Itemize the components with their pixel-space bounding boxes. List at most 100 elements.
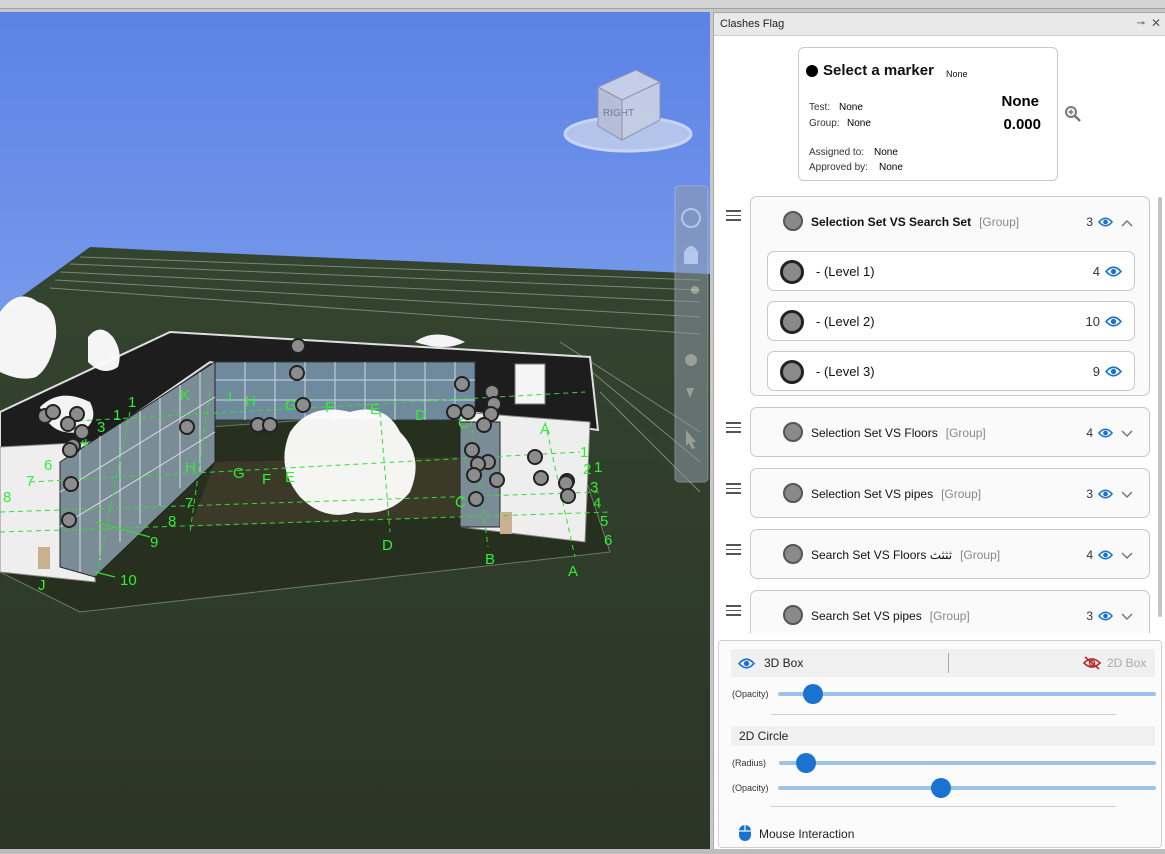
test-value: None [839, 102, 863, 113]
clash-marker[interactable] [468, 491, 484, 507]
clash-marker[interactable] [262, 417, 278, 433]
clash-marker[interactable] [454, 376, 470, 392]
clash-marker[interactable] [289, 365, 305, 381]
list-scrollbar[interactable] [1158, 197, 1162, 617]
eye-icon[interactable] [1105, 366, 1122, 377]
box-opacity-slider-track[interactable] [778, 692, 1156, 696]
clash-marker[interactable] [179, 419, 195, 435]
door-left [38, 547, 50, 569]
svg-text:10: 10 [120, 572, 137, 589]
box-mode-row: 3D Box 2D Box [731, 649, 1155, 677]
display-settings-panel: 3D Box 2D Box (Opacity) 2D Circle (Radiu… [718, 640, 1162, 848]
close-icon[interactable]: ✕ [1151, 16, 1161, 30]
clash-group[interactable]: Selection Set VS pipes [Group] 3 [750, 468, 1150, 518]
sub-item[interactable]: - (Level 3) 9 [767, 351, 1135, 391]
clash-group-list: Selection Set VS Search Set [Group] 3 - (… [714, 193, 1165, 633]
group-label: Group: [809, 118, 840, 129]
clash-marker[interactable] [62, 442, 78, 458]
circle-radius-slider-track[interactable] [779, 761, 1156, 765]
group-count: 4 [1086, 548, 1093, 562]
svg-text:1: 1 [128, 394, 136, 411]
clash-group[interactable]: Selection Set VS Floors [Group] 4 [750, 407, 1150, 457]
clash-group[interactable]: Search Set VS pipes [Group] 3 [750, 590, 1150, 633]
eye-icon[interactable] [1098, 428, 1113, 438]
chevron-down-icon[interactable] [1121, 430, 1133, 438]
clash-marker[interactable] [533, 470, 549, 486]
mouse-icon [739, 825, 751, 841]
eye-icon[interactable] [1098, 550, 1113, 560]
circle-opacity-slider-thumb[interactable] [931, 778, 952, 798]
svg-text:D: D [415, 407, 426, 424]
clash-marker[interactable] [290, 338, 306, 354]
group-radio[interactable] [783, 544, 803, 564]
group-radio[interactable] [783, 422, 803, 442]
chevron-down-icon[interactable] [1121, 613, 1133, 621]
eye-icon[interactable] [1105, 266, 1122, 277]
clash-marker[interactable] [61, 512, 77, 528]
clash-marker[interactable] [476, 417, 492, 433]
drag-handle-icon[interactable] [726, 483, 741, 494]
circle-radius-slider-thumb[interactable] [796, 753, 817, 773]
sub-item-radio[interactable] [780, 260, 804, 284]
magnifier-plus-icon[interactable] [1064, 105, 1082, 123]
drag-handle-icon[interactable] [726, 605, 741, 616]
clash-marker[interactable] [560, 488, 576, 504]
eye-off-icon[interactable] [1083, 655, 1101, 671]
top-toolbar-strip [0, 0, 1165, 9]
eye-icon[interactable] [1098, 489, 1113, 499]
pin-icon[interactable]: ⊸ [1137, 18, 1145, 29]
sub-item-radio[interactable] [780, 310, 804, 334]
clash-marker[interactable] [295, 397, 311, 413]
clash-marker[interactable] [460, 404, 476, 420]
sub-item-name: - (Level 1) [816, 264, 875, 279]
drag-handle-icon[interactable] [726, 422, 741, 433]
clash-marker[interactable] [74, 424, 90, 440]
group-radio[interactable] [783, 605, 803, 625]
circle-opacity-slider-track[interactable] [778, 786, 1156, 790]
box-opacity-slider-thumb[interactable] [802, 684, 823, 704]
mouse-interaction-toggle[interactable]: Mouse Interaction [759, 827, 854, 841]
svg-text:6: 6 [604, 532, 612, 549]
clash-marker[interactable] [446, 404, 462, 420]
svg-text:E: E [370, 401, 380, 418]
group-radio[interactable] [783, 483, 803, 503]
clash-marker[interactable] [466, 467, 482, 483]
drag-handle-icon[interactable] [726, 544, 741, 555]
clash-marker[interactable] [60, 416, 76, 432]
3d-viewport[interactable]: 113 467 878 9 10 J KHG FED CBA AHG FED CI … [0, 12, 710, 849]
drag-handle-icon[interactable] [726, 210, 741, 221]
chevron-down-icon[interactable] [1121, 491, 1133, 499]
eye-icon[interactable] [1098, 217, 1113, 227]
svg-text:8: 8 [3, 489, 11, 506]
svg-text:4: 4 [593, 495, 601, 512]
svg-text:6: 6 [44, 457, 52, 474]
eye-icon[interactable] [738, 658, 755, 669]
sub-item-radio[interactable] [780, 360, 804, 384]
svg-text:1: 1 [594, 459, 602, 476]
sub-item[interactable]: - (Level 2) 10 [767, 301, 1135, 341]
svg-text:7: 7 [185, 495, 193, 512]
chevron-up-icon[interactable] [1121, 219, 1133, 227]
clash-marker[interactable] [45, 404, 61, 420]
clash-group[interactable]: Search Set VS Floors ثثثث [Group] 4 [750, 529, 1150, 579]
clash-marker[interactable] [63, 476, 79, 492]
eye-icon[interactable] [1105, 316, 1122, 327]
clash-marker[interactable] [527, 449, 543, 465]
clash-marker[interactable] [464, 442, 480, 458]
chevron-down-icon[interactable] [1121, 552, 1133, 560]
group-radio[interactable] [783, 211, 803, 231]
eye-icon[interactable] [1098, 611, 1113, 621]
3d-box-toggle[interactable]: 3D Box [764, 656, 803, 670]
group-count: 3 [1086, 609, 1093, 623]
divider [948, 653, 949, 673]
clash-marker[interactable] [489, 472, 505, 488]
sub-item[interactable]: - (Level 1) 4 [767, 251, 1135, 291]
svg-text:E: E [285, 469, 295, 486]
circle-header-row: 2D Circle [731, 726, 1155, 746]
approved-value: None [879, 162, 903, 173]
clash-marker[interactable] [558, 475, 574, 491]
svg-text:I: I [228, 389, 232, 406]
svg-text:G: G [233, 465, 245, 482]
2d-box-toggle[interactable]: 2D Box [1107, 656, 1146, 670]
clash-group[interactable]: Selection Set VS Search Set [Group] 3 - (… [750, 196, 1150, 396]
